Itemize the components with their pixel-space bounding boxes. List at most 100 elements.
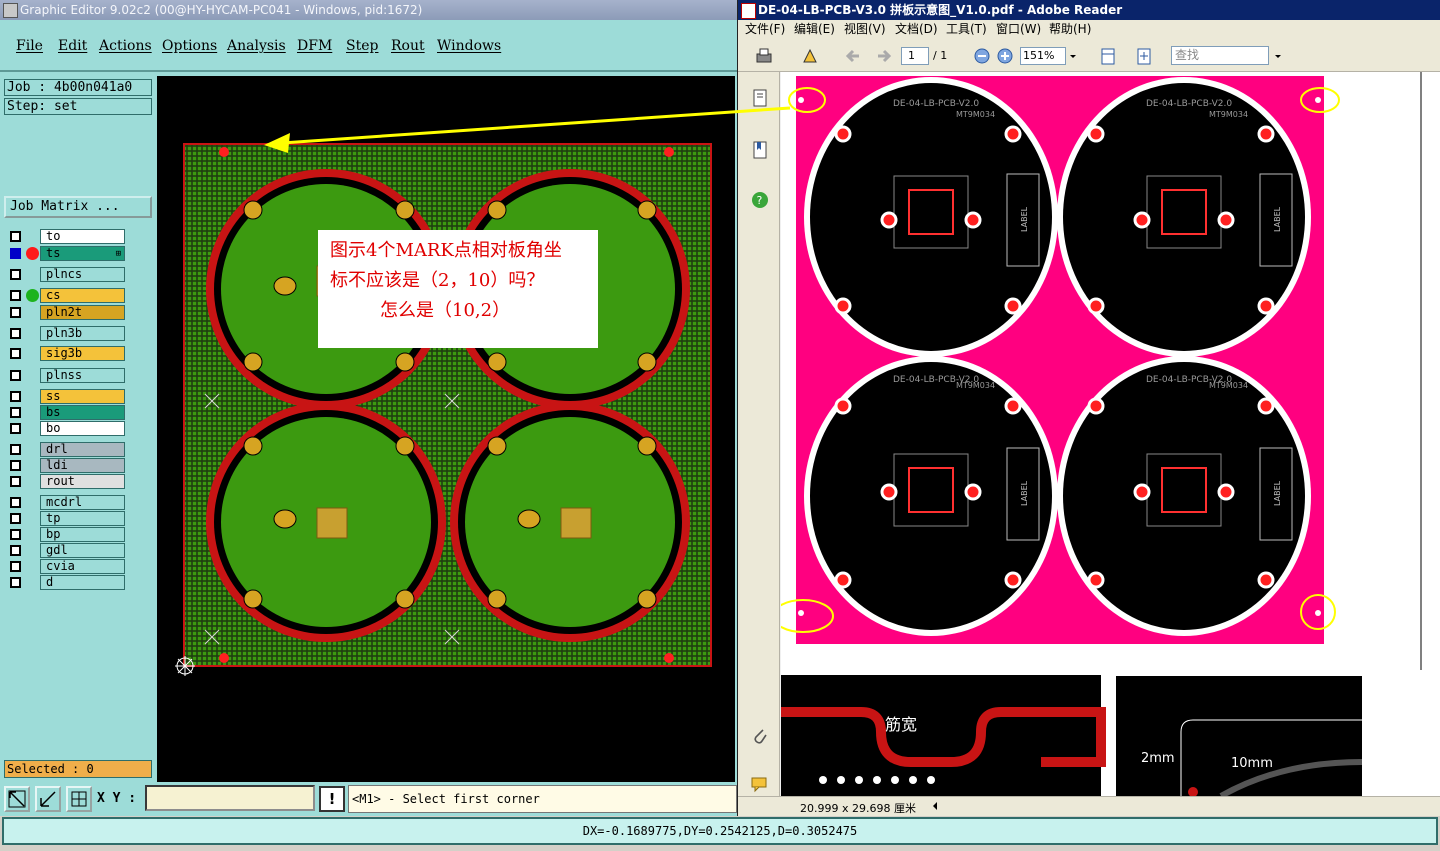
- layer-name[interactable]: bs: [40, 405, 125, 420]
- layer-row-d[interactable]: d: [6, 575, 126, 590]
- layer-checkbox[interactable]: [10, 545, 21, 556]
- layer-name[interactable]: pln3b: [40, 326, 125, 341]
- layer-name[interactable]: bo: [40, 421, 125, 436]
- layer-checkbox[interactable]: [10, 513, 21, 524]
- layer-name[interactable]: to: [40, 229, 125, 244]
- layer-checkbox[interactable]: [10, 248, 21, 259]
- menu-windows[interactable]: Windows: [437, 38, 501, 54]
- layer-checkbox[interactable]: [10, 407, 21, 418]
- chevron-down-icon[interactable]: [1068, 46, 1078, 66]
- job-matrix-button[interactable]: Job Matrix ...: [4, 196, 152, 218]
- print-icon[interactable]: [754, 46, 774, 66]
- menu-file[interactable]: File: [16, 38, 43, 54]
- layer-name[interactable]: plnss: [40, 368, 125, 383]
- layer-name[interactable]: sig3b: [40, 346, 125, 361]
- layer-name[interactable]: ts ⊞: [40, 246, 125, 261]
- pages-panel-icon[interactable]: [750, 88, 770, 108]
- select-tool-button[interactable]: [4, 786, 30, 812]
- zoom-in-icon[interactable]: [995, 46, 1015, 66]
- layer-checkbox[interactable]: [10, 231, 21, 242]
- edit-sign-icon[interactable]: [800, 46, 820, 66]
- layer-checkbox[interactable]: [10, 529, 21, 540]
- bookmarks-panel-icon[interactable]: [750, 140, 770, 160]
- menu-help[interactable]: 帮助(H): [1049, 20, 1091, 39]
- layer-checkbox[interactable]: [10, 307, 21, 318]
- layer-name[interactable]: drl: [40, 442, 125, 457]
- layer-row-ldi[interactable]: ldi: [6, 458, 126, 473]
- help-icon[interactable]: ?: [750, 190, 770, 210]
- layer-checkbox[interactable]: [10, 269, 21, 280]
- layer-name[interactable]: d: [40, 575, 125, 590]
- previous-page-icon[interactable]: [844, 46, 864, 66]
- exclamation-icon[interactable]: !: [319, 786, 345, 812]
- layer-row-mcdrl[interactable]: mcdrl: [6, 495, 126, 510]
- layer-checkbox[interactable]: [10, 328, 21, 339]
- find-input[interactable]: 查找: [1171, 46, 1269, 65]
- layer-row-cvia[interactable]: cvia: [6, 559, 126, 574]
- layer-checkbox[interactable]: [10, 423, 21, 434]
- zoom-out-icon[interactable]: [972, 46, 992, 66]
- adobe-reader-titlebar[interactable]: DE-04-LB-PCB-V3.0 拼板示意图_V1.0.pdf - Adobe…: [738, 0, 1440, 20]
- layer-name[interactable]: gdl: [40, 543, 125, 558]
- layer-name[interactable]: rout: [40, 474, 125, 489]
- menu-document[interactable]: 文档(D): [895, 20, 938, 39]
- layer-checkbox[interactable]: [10, 290, 21, 301]
- layer-name[interactable]: cs: [40, 288, 125, 303]
- layer-name[interactable]: mcdrl: [40, 495, 125, 510]
- menu-tools[interactable]: 工具(T): [946, 20, 987, 39]
- layer-checkbox[interactable]: [10, 391, 21, 402]
- layer-checkbox[interactable]: [10, 370, 21, 381]
- layer-row-to[interactable]: to: [6, 229, 126, 244]
- layer-checkbox[interactable]: [10, 348, 21, 359]
- layer-name[interactable]: ss: [40, 389, 125, 404]
- measure-tool-button[interactable]: [35, 786, 61, 812]
- layer-name[interactable]: plncs: [40, 267, 125, 282]
- layer-row-tp[interactable]: tp: [6, 511, 126, 526]
- layer-checkbox[interactable]: [10, 444, 21, 455]
- layer-name[interactable]: ldi: [40, 458, 125, 473]
- layer-row-ss[interactable]: ss: [6, 389, 126, 404]
- xy-input[interactable]: [145, 785, 315, 811]
- menu-options[interactable]: Options: [162, 38, 217, 54]
- grid-tool-button[interactable]: [66, 786, 92, 812]
- find-dropdown-icon[interactable]: [1273, 46, 1283, 66]
- zoom-level-select[interactable]: 151%: [1020, 47, 1066, 65]
- graphic-canvas[interactable]: [157, 76, 735, 782]
- layer-checkbox[interactable]: [10, 460, 21, 471]
- layer-name[interactable]: tp: [40, 511, 125, 526]
- layer-row-bs[interactable]: bs: [6, 405, 126, 420]
- menu-dfm[interactable]: DFM: [297, 38, 332, 54]
- layer-row-plncs[interactable]: plncs: [6, 267, 126, 282]
- graphic-editor-titlebar[interactable]: Graphic Editor 9.02c2 (00@HY-HYCAM-PC041…: [0, 0, 737, 20]
- layer-row-plnss[interactable]: plnss: [6, 368, 126, 383]
- layer-row-cs[interactable]: cs: [6, 288, 126, 303]
- menu-edit[interactable]: 编辑(E): [794, 20, 835, 39]
- layer-checkbox[interactable]: [10, 497, 21, 508]
- pdf-document-view[interactable]: DE-04-LB-PCB-V2.0 DE-04-LB-PCB-V2.0 DE-0…: [781, 72, 1440, 796]
- layer-row-rout[interactable]: rout: [6, 474, 126, 489]
- menu-file[interactable]: 文件(F): [745, 20, 785, 39]
- layer-name[interactable]: bp: [40, 527, 125, 542]
- menu-analysis[interactable]: Analysis: [227, 38, 286, 54]
- layer-checkbox[interactable]: [10, 577, 21, 588]
- menu-actions[interactable]: Actions: [99, 38, 152, 54]
- layer-name[interactable]: pln2t: [40, 305, 125, 320]
- menu-step[interactable]: Step: [346, 38, 378, 54]
- menu-rout[interactable]: Rout: [391, 38, 425, 54]
- comments-icon[interactable]: [750, 774, 770, 794]
- menu-window[interactable]: 窗口(W): [996, 20, 1041, 39]
- layer-name[interactable]: cvia: [40, 559, 125, 574]
- layer-row-sig3b[interactable]: sig3b: [6, 346, 126, 361]
- layer-row-bp[interactable]: bp: [6, 527, 126, 542]
- layer-checkbox[interactable]: [10, 476, 21, 487]
- next-page-icon[interactable]: [873, 46, 893, 66]
- scroll-left-icon[interactable]: [930, 799, 940, 813]
- attachment-icon[interactable]: [750, 726, 770, 746]
- fit-page-icon[interactable]: [1098, 46, 1118, 66]
- layer-checkbox[interactable]: [10, 561, 21, 572]
- layer-row-drl[interactable]: drl: [6, 442, 126, 457]
- menu-edit[interactable]: Edit: [58, 38, 87, 54]
- layer-row-gdl[interactable]: gdl: [6, 543, 126, 558]
- layer-row-pln3b[interactable]: pln3b: [6, 326, 126, 341]
- layer-row-bo[interactable]: bo: [6, 421, 126, 436]
